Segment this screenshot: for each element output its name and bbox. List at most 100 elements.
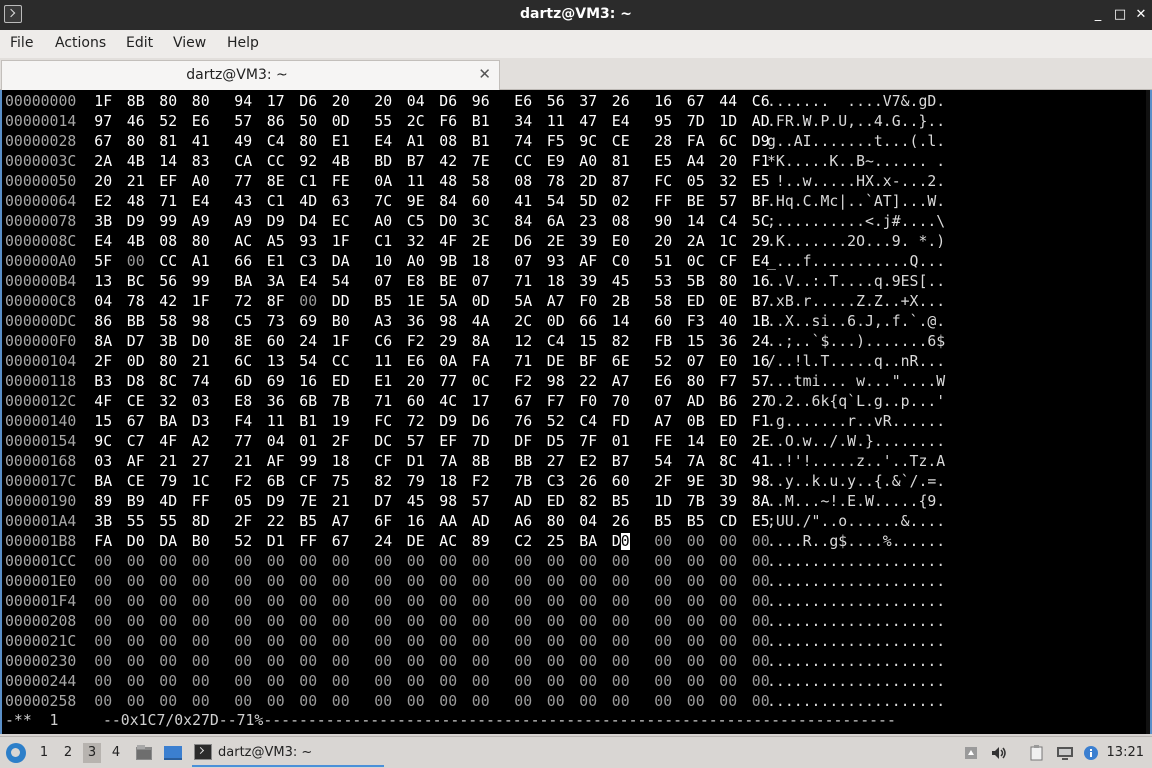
hex-byte[interactable]: 80 <box>192 92 225 112</box>
hex-byte[interactable]: 97 <box>94 112 127 132</box>
hex-byte[interactable]: AC <box>439 532 472 552</box>
hex-byte[interactable]: 63 <box>332 192 365 212</box>
hex-byte[interactable]: E5 <box>654 152 687 172</box>
hex-byte[interactable]: 60 <box>407 392 440 412</box>
hex-byte[interactable]: 00 <box>719 612 752 632</box>
hex-byte[interactable]: B5 <box>687 512 720 532</box>
hex-byte[interactable]: 20 <box>94 172 127 192</box>
hex-byte[interactable]: 11 <box>267 412 300 432</box>
workspace-3[interactable]: 3 <box>83 743 101 763</box>
hex-byte[interactable]: 2F <box>234 512 267 532</box>
hex-byte[interactable]: 9C <box>579 132 612 152</box>
hex-byte[interactable]: 2F <box>332 432 365 452</box>
hex-byte[interactable]: 00 <box>579 652 612 672</box>
hex-byte[interactable]: 00 <box>159 552 192 572</box>
hex-byte[interactable]: 89 <box>94 492 127 512</box>
hex-byte[interactable]: CC <box>159 252 192 272</box>
hex-byte[interactable]: EF <box>439 432 472 452</box>
hex-byte[interactable]: 92 <box>299 152 332 172</box>
tab-terminal[interactable]: dartz@VM3: ~ ✕ <box>1 60 500 90</box>
volume-icon[interactable] <box>990 744 1008 762</box>
hex-byte[interactable]: 00 <box>94 672 127 692</box>
hex-byte[interactable]: D9 <box>439 412 472 432</box>
hex-byte[interactable]: 82 <box>579 492 612 512</box>
menu-help[interactable]: Help <box>227 35 259 51</box>
hex-byte[interactable]: B5 <box>612 492 645 512</box>
hex-byte[interactable]: DD <box>332 292 365 312</box>
hex-byte[interactable]: FE <box>654 432 687 452</box>
hex-byte[interactable]: 04 <box>94 292 127 312</box>
hex-byte[interactable]: 55 <box>127 512 160 532</box>
hex-byte[interactable]: 3B <box>94 512 127 532</box>
hex-byte[interactable]: 00 <box>127 692 160 712</box>
hex-byte[interactable]: 00 <box>374 652 407 672</box>
hex-byte[interactable]: 80 <box>547 512 580 532</box>
hex-byte[interactable]: 76 <box>514 412 547 432</box>
hex-byte[interactable]: 6C <box>719 132 752 152</box>
hex-byte[interactable]: 00 <box>374 552 407 572</box>
hex-byte[interactable]: 00 <box>547 632 580 652</box>
hex-byte[interactable]: 00 <box>234 592 267 612</box>
hex-byte[interactable]: 89 <box>472 532 505 552</box>
hex-byte[interactable]: 4D <box>159 492 192 512</box>
hex-byte[interactable]: 57 <box>407 432 440 452</box>
terminal-view[interactable]: 00000000 1F 8B 80 80 94 17 D6 20 20 04 D6 96 E6 56 37 26… <box>0 90 1152 734</box>
hex-byte[interactable]: 00 <box>94 692 127 712</box>
hex-byte[interactable]: 96 <box>472 92 505 112</box>
hex-byte[interactable]: FA <box>687 132 720 152</box>
hex-byte[interactable]: E8 <box>407 272 440 292</box>
hex-byte[interactable]: 58 <box>654 292 687 312</box>
hex-byte[interactable]: 00 <box>192 572 225 592</box>
hex-byte[interactable]: 7E <box>472 152 505 172</box>
hex-byte[interactable]: 00 <box>407 672 440 692</box>
hex-byte[interactable]: 7B <box>332 392 365 412</box>
hex-byte[interactable]: CC <box>332 352 365 372</box>
hex-byte[interactable]: 93 <box>299 232 332 252</box>
hex-byte[interactable]: AD <box>514 492 547 512</box>
hex-byte[interactable]: 00 <box>472 692 505 712</box>
hex-byte[interactable]: 14 <box>687 212 720 232</box>
hex-byte[interactable]: 81 <box>159 132 192 152</box>
hex-byte[interactable]: 78 <box>127 292 160 312</box>
hex-byte[interactable]: 00 <box>719 692 752 712</box>
hex-byte[interactable]: 00 <box>192 672 225 692</box>
hex-byte[interactable]: 00 <box>472 572 505 592</box>
hex-byte[interactable]: 6A <box>547 212 580 232</box>
hex-byte[interactable]: 00 <box>94 612 127 632</box>
hex-byte[interactable]: D1 <box>267 532 300 552</box>
hex-byte[interactable]: 00 <box>579 612 612 632</box>
hex-byte[interactable]: 7D <box>687 112 720 132</box>
hex-byte[interactable]: 7A <box>687 452 720 472</box>
hex-byte[interactable]: 6B <box>299 392 332 412</box>
hex-byte[interactable]: F2 <box>234 472 267 492</box>
hex-byte[interactable]: 71 <box>159 192 192 212</box>
hex-byte[interactable]: 00 <box>514 612 547 632</box>
hex-byte[interactable]: 84 <box>514 212 547 232</box>
hex-byte[interactable]: 00 <box>234 672 267 692</box>
maximize-button[interactable]: □ <box>1112 7 1128 23</box>
hex-byte[interactable]: A0 <box>407 252 440 272</box>
hex-byte[interactable]: 00 <box>514 652 547 672</box>
hex-byte[interactable]: E4 <box>192 192 225 212</box>
hex-byte[interactable]: 11 <box>547 112 580 132</box>
hex-byte[interactable]: 6C <box>234 352 267 372</box>
hex-byte[interactable]: 00 <box>579 572 612 592</box>
hex-byte[interactable]: 15 <box>579 332 612 352</box>
hex-byte[interactable]: 2C <box>407 112 440 132</box>
hex-byte[interactable]: 36 <box>267 392 300 412</box>
hex-byte[interactable]: 00 <box>612 632 645 652</box>
hex-byte[interactable]: 77 <box>234 432 267 452</box>
hex-byte[interactable]: 00 <box>612 572 645 592</box>
hex-byte[interactable]: 4B <box>127 232 160 252</box>
hex-byte[interactable]: 19 <box>332 412 365 432</box>
hex-byte[interactable]: 00 <box>159 652 192 672</box>
hex-byte[interactable]: 00 <box>299 572 332 592</box>
hex-byte[interactable]: E2 <box>94 192 127 212</box>
hex-byte[interactable]: C4 <box>547 332 580 352</box>
hex-byte[interactable]: BE <box>687 192 720 212</box>
hex-byte[interactable]: 3D <box>719 472 752 492</box>
start-menu-icon[interactable] <box>6 743 26 763</box>
hex-byte[interactable]: 00 <box>192 552 225 572</box>
hex-byte[interactable]: F5 <box>547 132 580 152</box>
hex-byte[interactable]: 80 <box>159 92 192 112</box>
